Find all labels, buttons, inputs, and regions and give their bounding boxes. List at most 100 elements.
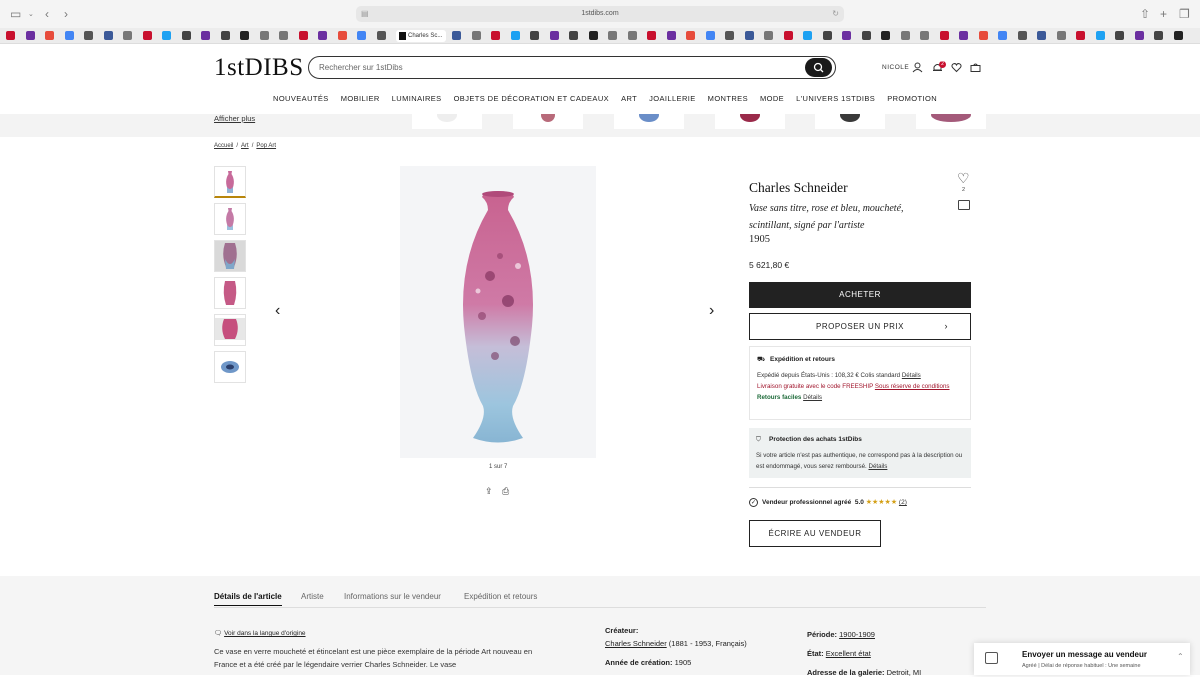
breadcrumb-art[interactable]: Art: [241, 143, 249, 149]
user-name[interactable]: NICOLE: [882, 64, 909, 71]
condition-link[interactable]: Excellent état: [826, 649, 871, 658]
nav-item-univers[interactable]: L'UNIVERS 1STDIBS: [796, 94, 875, 103]
bookmark-favicon-icon[interactable]: [627, 31, 637, 40]
artist-name[interactable]: Charles Schneider: [749, 180, 848, 196]
tab-artist[interactable]: Artiste: [301, 592, 324, 601]
share-icon[interactable]: ⇪: [485, 486, 493, 497]
bookmark-favicon-icon[interactable]: [569, 31, 578, 40]
bookmark-favicon-icon[interactable]: [123, 31, 132, 40]
bookmark-favicon-icon[interactable]: [686, 31, 695, 40]
site-logo[interactable]: 1stDIBS: [214, 54, 304, 82]
tab-item-details[interactable]: Détails de l'article: [214, 592, 282, 606]
folder-icon[interactable]: [958, 200, 970, 210]
bookmark-favicon-icon[interactable]: [842, 31, 851, 40]
bookmark-favicon-icon[interactable]: [920, 31, 929, 40]
reload-icon[interactable]: ↻: [832, 6, 839, 22]
shipping-details-link[interactable]: Détails: [902, 372, 921, 379]
bookmark-favicon-icon[interactable]: [220, 31, 230, 40]
bookmark-favicon-icon[interactable]: [803, 31, 812, 40]
bookmark-favicon-icon[interactable]: [279, 31, 288, 40]
bookmark-favicon-icon[interactable]: [1037, 31, 1046, 40]
bookmark-favicon-icon[interactable]: [783, 31, 793, 40]
cart-icon[interactable]: [970, 62, 981, 73]
gallery-thumbnail-1[interactable]: [214, 166, 246, 198]
active-tab[interactable]: Charles Sc...: [396, 30, 446, 42]
site-settings-icon[interactable]: ▤: [361, 6, 369, 22]
bookmark-favicon-icon[interactable]: [608, 31, 617, 40]
nav-item-mode[interactable]: MODE: [760, 94, 784, 103]
gallery-thumbnail-6[interactable]: [214, 351, 246, 383]
protection-details-link[interactable]: Détails: [868, 463, 887, 470]
similar-item-thumb[interactable]: [412, 114, 482, 129]
show-more-link[interactable]: Afficher plus: [214, 114, 255, 123]
address-bar[interactable]: ▤ 1stdibs.com ↻: [356, 6, 844, 22]
next-image-arrow[interactable]: ›: [709, 302, 714, 320]
print-icon[interactable]: ⎙: [502, 486, 509, 497]
bookmark-favicon-icon[interactable]: [103, 31, 113, 40]
bookmark-favicon-icon[interactable]: [142, 31, 152, 40]
similar-item-thumb[interactable]: [815, 114, 885, 129]
conditions-link[interactable]: Sous réserve de conditions: [875, 383, 950, 390]
bookmark-favicon-icon[interactable]: [1115, 31, 1124, 40]
breadcrumb-home[interactable]: Accueil: [214, 143, 233, 149]
bookmark-favicon-icon[interactable]: [881, 31, 890, 40]
similar-item-thumb[interactable]: [614, 114, 684, 129]
tab-shipping-returns[interactable]: Expédition et retours: [464, 592, 537, 601]
bookmark-favicon-icon[interactable]: [959, 31, 968, 40]
original-language-link[interactable]: Voir dans la langue d'origine: [224, 630, 305, 637]
account-icon[interactable]: [912, 62, 923, 73]
bookmark-favicon-icon[interactable]: [298, 31, 308, 40]
sidebar-toggle-icon[interactable]: ▭: [10, 7, 21, 21]
bookmark-favicon-icon[interactable]: [45, 31, 54, 40]
search-button[interactable]: [805, 58, 832, 77]
bookmark-favicon-icon[interactable]: [861, 31, 871, 40]
bookmark-favicon-icon[interactable]: [510, 31, 520, 40]
bookmark-favicon-icon[interactable]: [1095, 31, 1105, 40]
bookmark-favicon-icon[interactable]: [1173, 31, 1183, 40]
bookmark-favicon-icon[interactable]: [1076, 31, 1085, 40]
bookmark-favicon-icon[interactable]: [647, 31, 656, 40]
chevron-down-icon[interactable]: ⌄: [28, 10, 34, 18]
bookmark-favicon-icon[interactable]: [588, 31, 598, 40]
bookmark-favicon-icon[interactable]: [705, 31, 715, 40]
bookmark-favicon-icon[interactable]: [357, 31, 366, 40]
message-seller-widget[interactable]: Envoyer un message au vendeur Agréé | Dé…: [974, 643, 1190, 675]
breadcrumb-pop-art[interactable]: Pop Art: [256, 143, 276, 149]
main-product-image[interactable]: [400, 166, 596, 458]
bookmark-favicon-icon[interactable]: [822, 31, 832, 40]
bookmark-favicon-icon[interactable]: [939, 31, 949, 40]
favorite-heart-icon[interactable]: ♡: [957, 170, 970, 187]
similar-item-thumb[interactable]: [513, 114, 583, 129]
bookmark-favicon-icon[interactable]: [240, 31, 249, 40]
forward-icon[interactable]: ›: [64, 7, 68, 21]
tab-seller-info[interactable]: Informations sur le vendeur: [344, 592, 441, 601]
bookmark-favicon-icon[interactable]: [1154, 31, 1163, 40]
bookmark-favicon-icon[interactable]: [491, 31, 500, 40]
tab-overview-icon[interactable]: ❐: [1179, 7, 1190, 21]
bookmark-favicon-icon[interactable]: [1056, 31, 1066, 40]
bookmark-favicon-icon[interactable]: [6, 31, 15, 40]
nav-item-luminaires[interactable]: LUMINAIRES: [392, 94, 442, 103]
new-tab-icon[interactable]: +: [1160, 7, 1167, 21]
gallery-thumbnail-2[interactable]: [214, 203, 246, 235]
period-link[interactable]: 1900-1909: [839, 630, 875, 639]
nav-item-nouveautes[interactable]: NOUVEAUTÉS: [273, 94, 329, 103]
buy-button[interactable]: ACHETER: [749, 282, 971, 308]
contact-seller-button[interactable]: ÉCRIRE AU VENDEUR: [749, 520, 881, 547]
creator-link[interactable]: Charles Schneider: [605, 639, 667, 648]
bookmark-favicon-icon[interactable]: [900, 31, 910, 40]
nav-item-montres[interactable]: MONTRES: [708, 94, 748, 103]
nav-item-mobilier[interactable]: MOBILIER: [341, 94, 380, 103]
back-icon[interactable]: ‹: [45, 7, 49, 21]
similar-item-thumb[interactable]: [916, 114, 986, 129]
bookmark-favicon-icon[interactable]: [1134, 31, 1144, 40]
share-icon[interactable]: ⇧: [1140, 7, 1150, 21]
bookmark-favicon-icon[interactable]: [318, 31, 327, 40]
previous-image-arrow[interactable]: ‹: [275, 302, 280, 320]
nav-item-art[interactable]: ART: [621, 94, 637, 103]
bookmark-favicon-icon[interactable]: [84, 31, 93, 40]
similar-item-thumb[interactable]: [715, 114, 785, 129]
bookmark-favicon-icon[interactable]: [666, 31, 676, 40]
gallery-thumbnail-3[interactable]: [214, 240, 246, 272]
bookmark-favicon-icon[interactable]: [64, 31, 74, 40]
